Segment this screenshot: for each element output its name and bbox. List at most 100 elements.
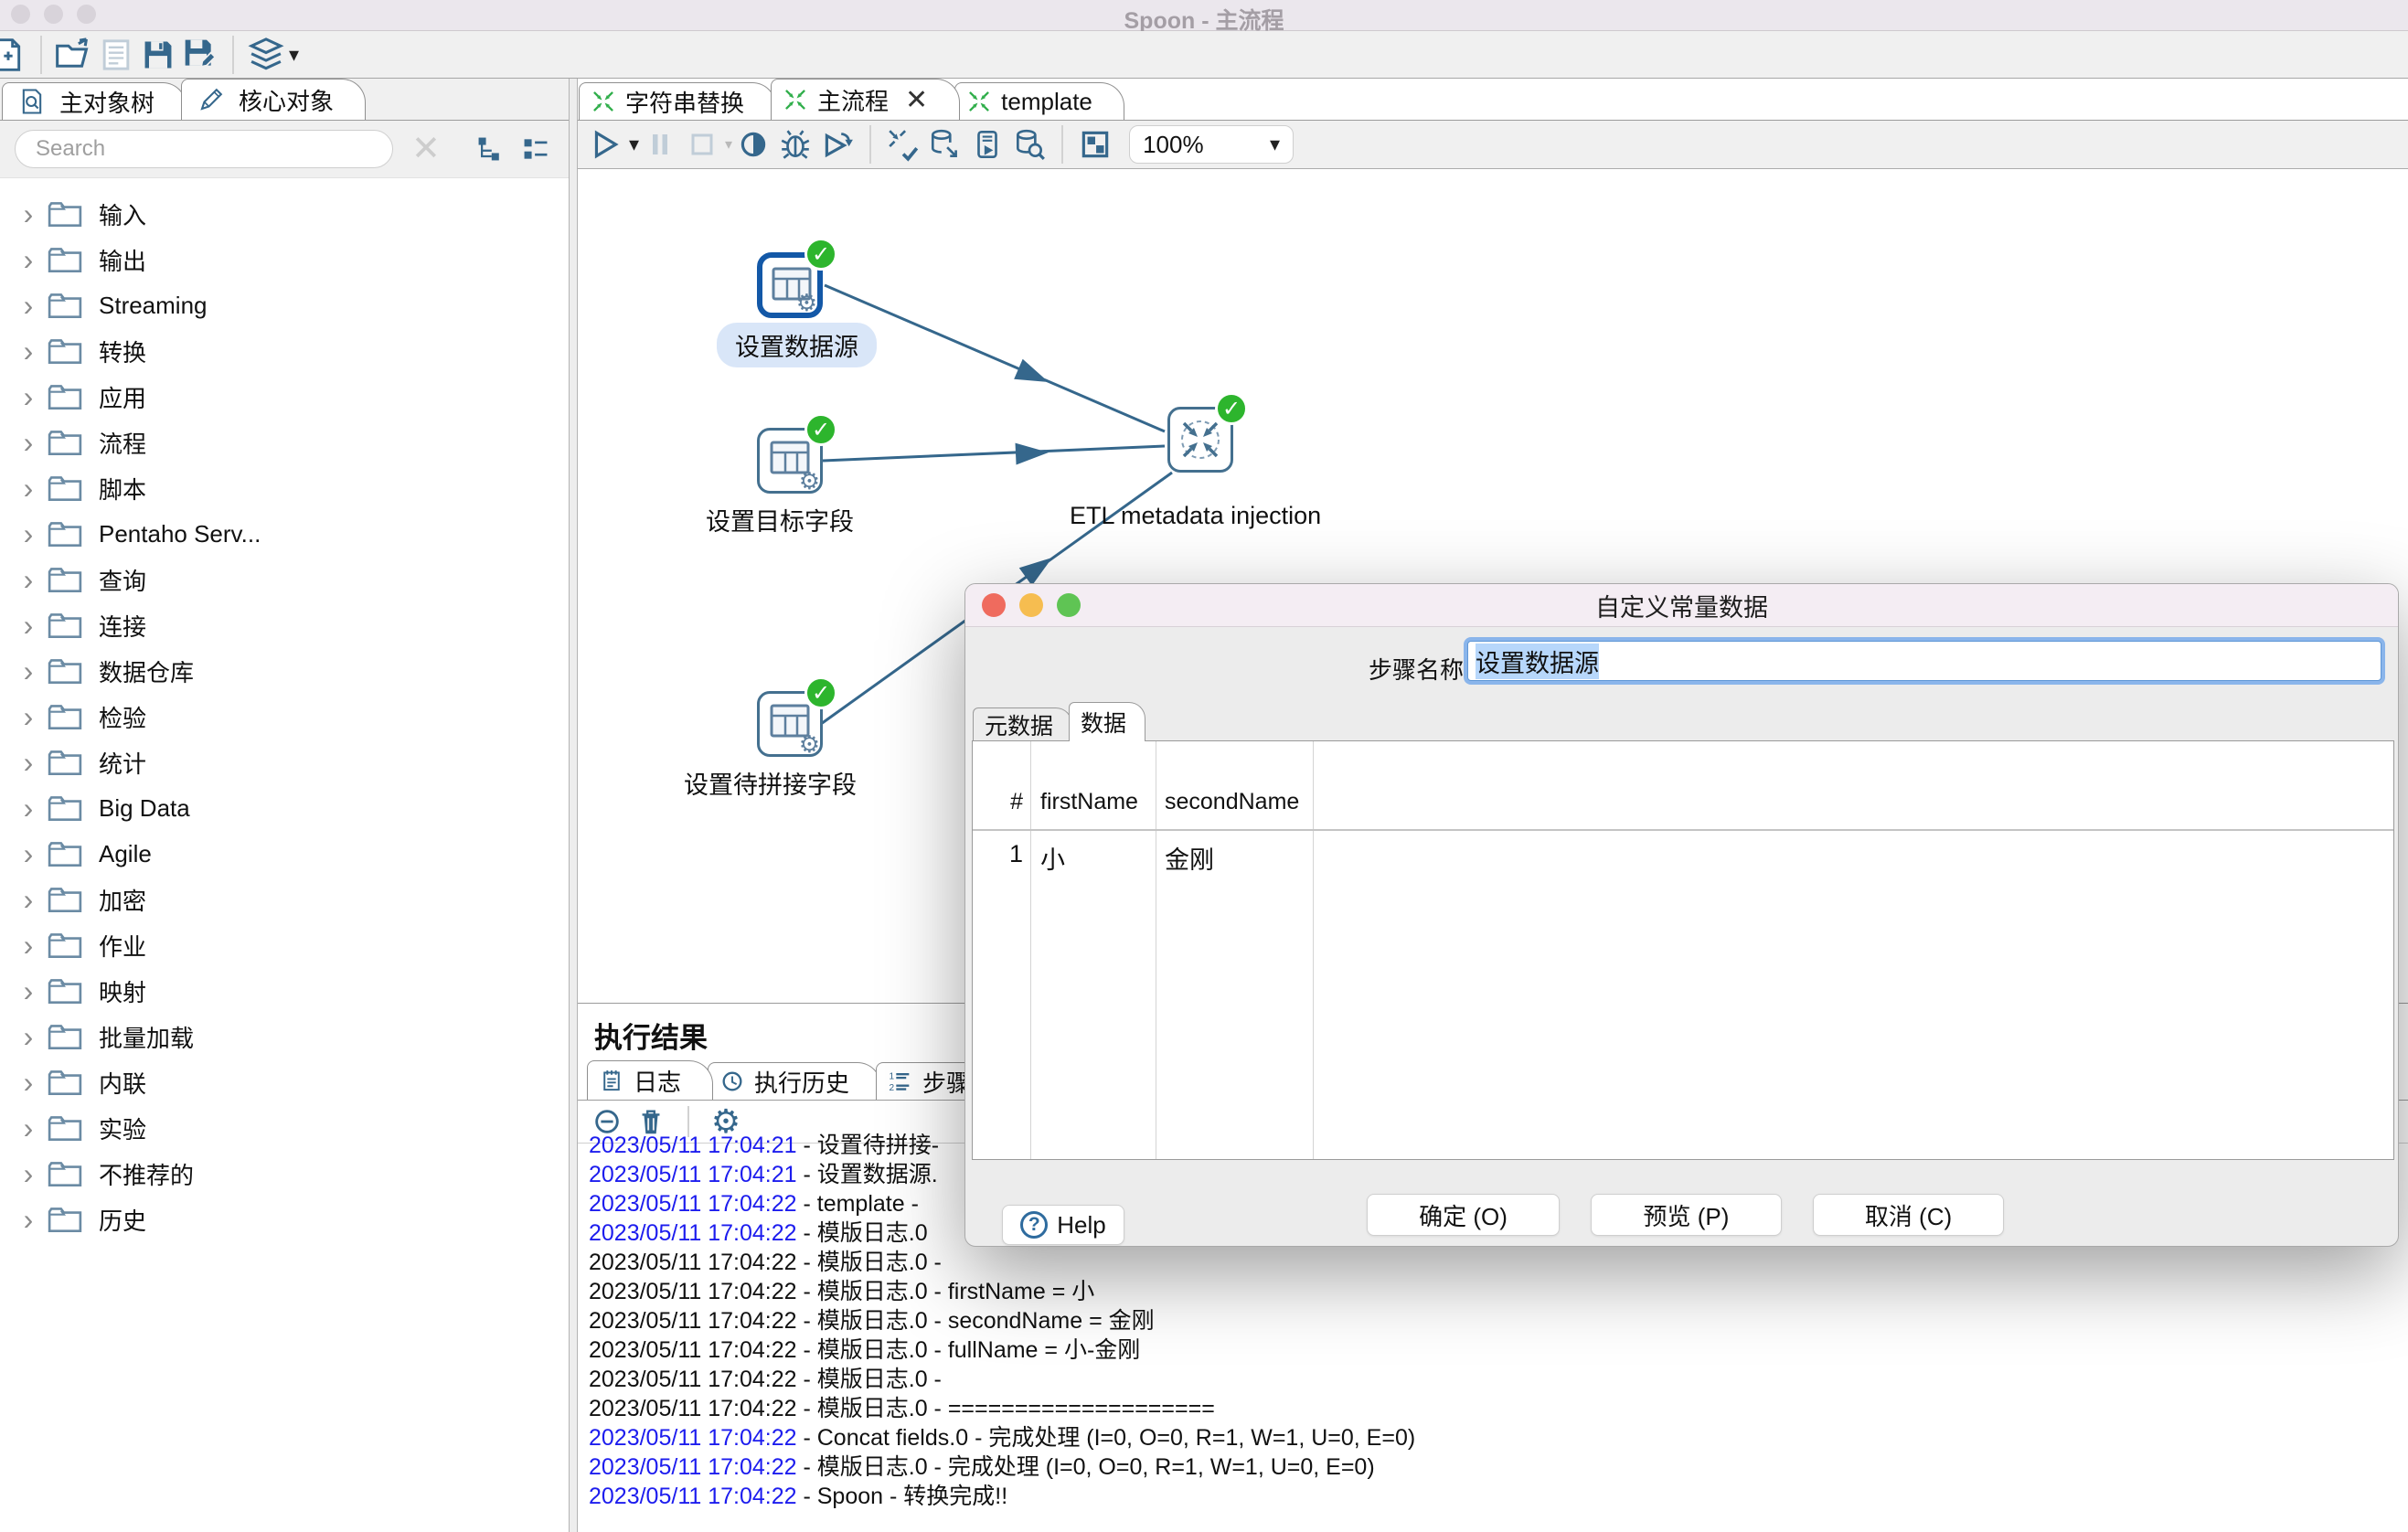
expand-tree-icon[interactable] bbox=[472, 131, 508, 167]
chevron-right-icon[interactable]: › bbox=[9, 702, 48, 731]
sidebar-item[interactable]: › 映射 bbox=[0, 968, 569, 1014]
sidebar-item[interactable]: › 输出 bbox=[0, 237, 569, 282]
chevron-right-icon[interactable]: › bbox=[9, 473, 48, 503]
step-name-input[interactable]: 设置数据源 bbox=[1467, 641, 2381, 681]
step-etl-metadata-injection[interactable]: ✓ bbox=[1167, 407, 1233, 473]
chevron-right-icon[interactable]: › bbox=[9, 1068, 48, 1097]
tab-template[interactable]: template bbox=[954, 82, 1124, 120]
sidebar-item[interactable]: › 应用 bbox=[0, 374, 569, 420]
sidebar-item[interactable]: › 输入 bbox=[0, 191, 569, 237]
chevron-right-icon[interactable]: › bbox=[9, 793, 48, 823]
dialog-traffic-lights[interactable] bbox=[982, 593, 1081, 617]
chevron-right-icon[interactable]: › bbox=[9, 611, 48, 640]
sidebar-item[interactable]: › 转换 bbox=[0, 328, 569, 374]
perspective-layers-icon[interactable] bbox=[245, 34, 287, 76]
chevron-right-icon[interactable]: › bbox=[9, 748, 48, 777]
sidebar-item[interactable]: › 统计 bbox=[0, 739, 569, 785]
sidebar-item[interactable]: › 连接 bbox=[0, 602, 569, 648]
generate-sql-icon[interactable] bbox=[966, 123, 1008, 165]
sidebar-item[interactable]: › 脚本 bbox=[0, 465, 569, 511]
layers-dropdown-icon[interactable]: ▾ bbox=[289, 43, 299, 67]
step-datagrid-concat-fields[interactable]: ⚙ ✓ bbox=[757, 691, 823, 757]
chevron-right-icon[interactable]: › bbox=[9, 245, 48, 274]
clear-search-icon[interactable]: ✕ bbox=[411, 132, 441, 166]
cell-secondname[interactable]: 金刚 bbox=[1165, 840, 1214, 876]
debug-icon[interactable] bbox=[774, 123, 816, 165]
sidebar-item[interactable]: › Streaming bbox=[0, 282, 569, 328]
chevron-right-icon[interactable]: › bbox=[9, 1205, 48, 1234]
tab-main-flow[interactable]: 主流程 ✕ bbox=[771, 79, 960, 120]
sidebar-item[interactable]: › 实验 bbox=[0, 1105, 569, 1151]
tab-log[interactable]: 日志 bbox=[587, 1060, 713, 1100]
step-label[interactable]: ETL metadata injection bbox=[1070, 502, 1321, 530]
column-header-secondname[interactable]: secondName bbox=[1165, 789, 1299, 815]
cancel-button[interactable]: 取消 (C) bbox=[1813, 1194, 2004, 1236]
preview-icon[interactable] bbox=[732, 123, 774, 165]
chevron-right-icon[interactable]: › bbox=[9, 291, 48, 320]
replay-icon[interactable] bbox=[816, 123, 858, 165]
step-label[interactable]: 设置目标字段 bbox=[706, 502, 854, 537]
chevron-right-icon[interactable]: › bbox=[9, 1159, 48, 1188]
ok-button[interactable]: 确定 (O) bbox=[1367, 1194, 1560, 1236]
run-options-dropdown-icon[interactable]: ▾ bbox=[629, 133, 639, 156]
search-input[interactable] bbox=[15, 130, 393, 168]
impact-analysis-icon[interactable] bbox=[924, 123, 966, 165]
sidebar-item[interactable]: › 不推荐的 bbox=[0, 1151, 569, 1197]
step-datagrid-source[interactable]: ⚙ ✓ bbox=[757, 252, 823, 318]
chevron-right-icon[interactable]: › bbox=[9, 336, 48, 366]
step-label[interactable]: 设置待拼接字段 bbox=[684, 765, 857, 801]
tab-metadata[interactable]: 元数据 bbox=[973, 707, 1072, 741]
cell-firstname[interactable]: 小 bbox=[1040, 840, 1065, 876]
close-tab-icon[interactable]: ✕ bbox=[905, 84, 928, 116]
chevron-right-icon[interactable]: › bbox=[9, 885, 48, 914]
help-button[interactable]: ? Help bbox=[1002, 1205, 1124, 1245]
column-header-firstname[interactable]: firstName bbox=[1040, 789, 1138, 815]
explore-database-icon[interactable] bbox=[1008, 123, 1050, 165]
chevron-right-icon[interactable]: › bbox=[9, 382, 48, 411]
tab-core-objects[interactable]: 核心对象 bbox=[181, 79, 366, 120]
chevron-right-icon[interactable]: › bbox=[9, 1113, 48, 1143]
chevron-right-icon[interactable]: › bbox=[9, 565, 48, 594]
sidebar-item[interactable]: › Agile bbox=[0, 831, 569, 877]
save-icon[interactable] bbox=[137, 34, 179, 76]
tab-data[interactable]: 数据 bbox=[1069, 702, 1145, 741]
dialog-zoom-button[interactable] bbox=[1057, 593, 1081, 617]
sidebar-item[interactable]: › 查询 bbox=[0, 557, 569, 602]
tab-main-object-tree[interactable]: 主对象树 bbox=[2, 82, 186, 120]
chevron-right-icon[interactable]: › bbox=[9, 519, 48, 548]
tab-string-replace[interactable]: 字符串替换 bbox=[579, 82, 776, 120]
verify-transformation-icon[interactable] bbox=[882, 123, 924, 165]
preview-button[interactable]: 预览 (P) bbox=[1591, 1194, 1782, 1236]
dialog-close-button[interactable] bbox=[982, 593, 1006, 617]
sidebar-item[interactable]: › 内联 bbox=[0, 1059, 569, 1105]
sidebar-item[interactable]: › 作业 bbox=[0, 922, 569, 968]
sidebar-item[interactable]: › 流程 bbox=[0, 420, 569, 465]
chevron-right-icon[interactable]: › bbox=[9, 199, 48, 229]
sidebar-item[interactable]: › 数据仓库 bbox=[0, 648, 569, 694]
zoom-level-select[interactable]: 100% ▾ bbox=[1129, 125, 1294, 164]
sidebar-item[interactable]: › 历史 bbox=[0, 1197, 569, 1242]
step-datagrid-target-fields[interactable]: ⚙ ✓ bbox=[757, 428, 823, 494]
sidebar-divider[interactable] bbox=[569, 79, 578, 1532]
cell-row-index[interactable]: 1 bbox=[973, 840, 1023, 868]
step-label[interactable]: 设置数据源 bbox=[717, 323, 877, 367]
new-file-icon[interactable] bbox=[0, 34, 29, 76]
sidebar-item[interactable]: › Big Data bbox=[0, 785, 569, 831]
constants-data-table[interactable]: # firstName secondName 1 小 金刚 bbox=[972, 740, 2394, 1160]
dialog-minimize-button[interactable] bbox=[1019, 593, 1043, 617]
sidebar-item[interactable]: › 检验 bbox=[0, 694, 569, 739]
chevron-right-icon[interactable]: › bbox=[9, 1022, 48, 1051]
save-as-icon[interactable] bbox=[179, 34, 221, 76]
chevron-right-icon[interactable]: › bbox=[9, 931, 48, 960]
column-header-index[interactable]: # bbox=[973, 789, 1023, 815]
sidebar-item[interactable]: › Pentaho Serv... bbox=[0, 511, 569, 557]
chevron-right-icon[interactable]: › bbox=[9, 428, 48, 457]
chevron-right-icon[interactable]: › bbox=[9, 656, 48, 686]
list-view-icon[interactable] bbox=[517, 131, 554, 167]
sidebar-item[interactable]: › 加密 bbox=[0, 877, 569, 922]
show-results-panel-icon[interactable] bbox=[1074, 123, 1116, 165]
run-icon[interactable] bbox=[585, 123, 627, 165]
open-file-icon[interactable] bbox=[53, 34, 95, 76]
tab-execution-history[interactable]: 执行历史 bbox=[708, 1062, 881, 1100]
chevron-right-icon[interactable]: › bbox=[9, 976, 48, 1005]
